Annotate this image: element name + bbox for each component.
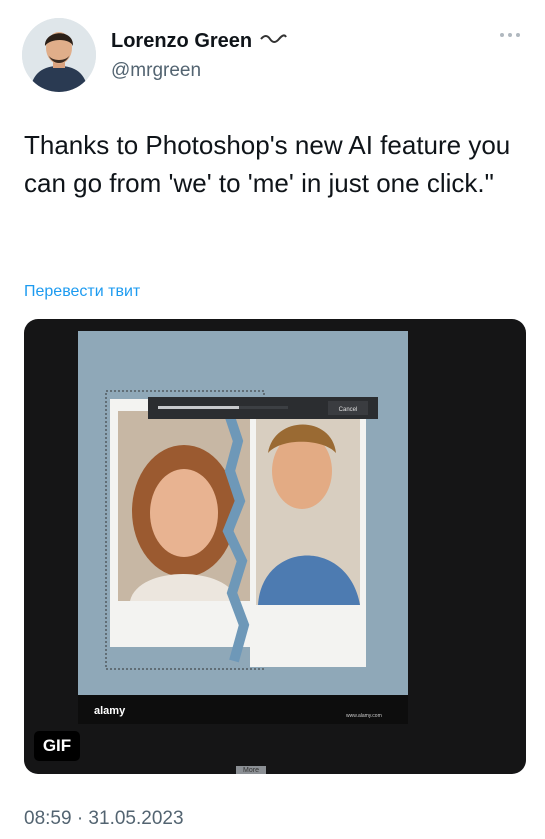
watermark-url: www.alamy.com	[346, 713, 382, 719]
translate-link[interactable]: Перевести твит	[24, 283, 140, 301]
tweet-timestamp[interactable]: 08:59 · 31.05.2023	[24, 808, 184, 830]
gif-badge[interactable]: GIF	[34, 731, 80, 761]
user-handle[interactable]: @mrgreen	[111, 60, 201, 82]
verified-icon	[258, 31, 288, 49]
tweet-text: Thanks to Photoshop's new AI feature you…	[24, 130, 511, 198]
more-button[interactable]: More	[236, 766, 266, 774]
user-name[interactable]: Lorenzo Green	[111, 30, 252, 53]
avatar[interactable]	[22, 18, 96, 92]
dialog-cancel-button: Cancel	[339, 407, 358, 413]
media-gif[interactable]: alamy www.alamy.com Cancel GIF More	[24, 319, 526, 774]
watermark-logo: alamy	[94, 705, 126, 717]
progress-fill	[158, 406, 239, 409]
tweet-header: Lorenzo Green @mrgreen	[20, 18, 525, 98]
media-image: alamy www.alamy.com Cancel	[78, 331, 408, 724]
more-options-icon[interactable]	[497, 26, 523, 44]
